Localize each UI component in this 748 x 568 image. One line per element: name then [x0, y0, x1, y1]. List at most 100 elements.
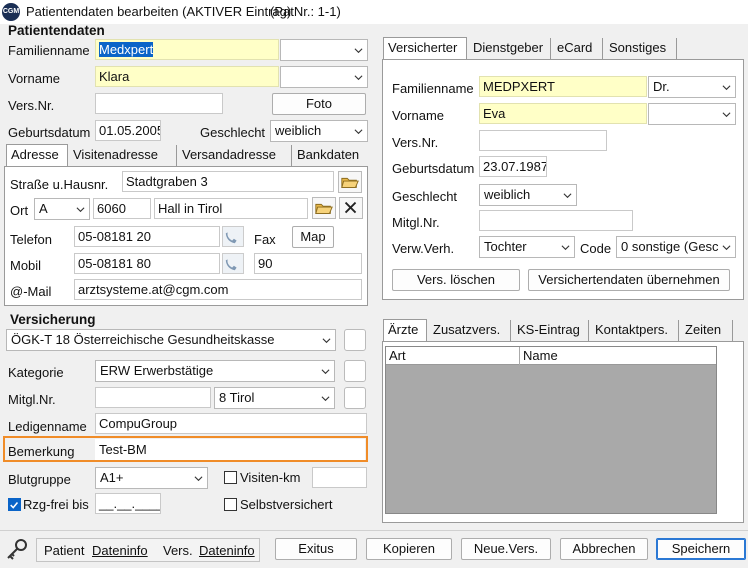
column-header-name[interactable]: Name	[523, 348, 558, 363]
tab-visitenadresse[interactable]: Visitenadresse	[69, 145, 177, 167]
strasse-input[interactable]: Stadtgraben 3	[122, 171, 334, 192]
selbst-checkbox[interactable]	[224, 498, 237, 511]
kasse-select[interactable]: ÖGK-T 18 Österreichische Gesundheitskass…	[6, 329, 336, 351]
plz-input[interactable]: 6060	[93, 198, 151, 219]
insured-geburtsdatum-input[interactable]: 23.07.1987	[479, 156, 547, 177]
bundesland-select[interactable]: 8 Tirol	[214, 387, 335, 409]
tab-aerzte[interactable]: Ärzte	[383, 319, 427, 343]
rzg-checkbox[interactable]	[8, 498, 21, 511]
tab-ecard[interactable]: eCard	[553, 38, 603, 60]
doctor-table-header: Art Name	[386, 347, 716, 365]
kasse-extra-button[interactable]	[344, 329, 366, 351]
doctor-table[interactable]: Art Name	[385, 346, 717, 514]
vorname-input[interactable]: Klara	[95, 66, 279, 87]
email-label: @-Mail	[10, 284, 52, 299]
kategorie-extra-button[interactable]	[344, 360, 366, 382]
insured-versnr-input[interactable]	[479, 130, 607, 151]
bemerkung-input[interactable]: Test-BM	[95, 439, 365, 460]
kopieren-button[interactable]: Kopieren	[366, 538, 452, 560]
map-button[interactable]: Map	[292, 226, 334, 248]
verw-label: Verw.Verh.	[392, 241, 455, 256]
mitglnr-input[interactable]	[95, 387, 211, 408]
telefon-input[interactable]: 05-08181 20	[74, 226, 220, 247]
geburtsdatum-input[interactable]: 01.05.2005	[95, 120, 161, 141]
ledigenname-input[interactable]: CompuGroup	[95, 413, 367, 434]
fax-input[interactable]: 90	[254, 253, 362, 274]
ledigenname-label: Ledigenname	[8, 419, 87, 434]
geschlecht-select[interactable]: weiblich	[270, 120, 368, 142]
doctor-tabbar: Ärzte Zusatzvers. KS-Eintrag Kontaktpers…	[383, 319, 743, 343]
mobil-input[interactable]: 05-08181 80	[74, 253, 220, 274]
phone-icon[interactable]	[222, 226, 244, 247]
folder-open-icon[interactable]	[312, 197, 336, 219]
kategorie-select[interactable]: ERW Erwerbstätige	[95, 360, 335, 382]
verw-select[interactable]: Tochter	[479, 236, 575, 258]
vers-loeschen-button[interactable]: Vers. löschen	[392, 269, 520, 291]
chevron-down-icon	[354, 129, 363, 135]
tab-adresse[interactable]: Adresse	[6, 144, 68, 168]
bundesland-extra-button[interactable]	[344, 387, 366, 409]
tab-ks-eintrag[interactable]: KS-Eintrag	[513, 320, 589, 342]
patient-section-title: Patientendaten	[8, 23, 105, 38]
tab-sonstiges[interactable]: Sonstiges	[605, 38, 677, 60]
insured-familienname-input[interactable]: MEDPXERT	[479, 76, 647, 97]
foto-button[interactable]: Foto	[272, 93, 366, 115]
folder-open-icon[interactable]	[338, 171, 362, 193]
tab-dienstgeber[interactable]: Dienstgeber	[469, 38, 551, 60]
insured-vorname-label: Vorname	[392, 108, 445, 123]
chevron-down-icon	[322, 338, 331, 344]
ort-input[interactable]: Hall in Tirol	[154, 198, 308, 219]
tab-zeiten[interactable]: Zeiten	[681, 320, 733, 342]
selbst-label: Selbstversichert	[240, 497, 333, 512]
abbrechen-button[interactable]: Abbrechen	[560, 538, 648, 560]
versnr-input[interactable]	[95, 93, 223, 114]
clear-icon[interactable]	[339, 197, 363, 219]
blutgruppe-select[interactable]: A1+	[95, 467, 208, 489]
land-select[interactable]: A	[34, 198, 90, 220]
bemerkung-label: Bemerkung	[8, 444, 75, 459]
visiten-checkbox[interactable]	[224, 471, 237, 484]
insured-mitglnr-input[interactable]	[479, 210, 633, 231]
fax-label: Fax	[254, 232, 276, 247]
insured-tabbar: Versicherter Dienstgeber eCard Sonstiges	[383, 37, 683, 61]
familienname-input[interactable]: Medxpert	[95, 39, 279, 60]
address-tabbar: Adresse Visitenadresse Versandadresse Ba…	[6, 144, 368, 168]
tab-kontaktpers[interactable]: Kontaktpers.	[591, 320, 679, 342]
tab-versicherter[interactable]: Versicherter	[383, 37, 467, 61]
exitus-button[interactable]: Exitus	[275, 538, 357, 560]
familienname-extra-select[interactable]	[280, 39, 368, 61]
insured-versnr-label: Vers.Nr.	[392, 135, 439, 150]
tab-zusatzvers[interactable]: Zusatzvers.	[429, 320, 511, 342]
phone-icon[interactable]	[222, 253, 244, 274]
insured-geschlecht-select[interactable]: weiblich	[479, 184, 577, 206]
patient-dateninfo-link[interactable]: Dateninfo	[92, 543, 148, 558]
key-icon[interactable]	[4, 536, 30, 562]
code-label: Code	[580, 241, 612, 256]
geburtsdatum-label: Geburtsdatum	[8, 125, 91, 140]
tab-bankdaten[interactable]: Bankdaten	[293, 145, 368, 167]
app-logo-icon: CGM	[2, 3, 20, 21]
rzg-input[interactable]: __.__.____	[95, 493, 161, 514]
insured-vorname-extra-select[interactable]	[648, 103, 736, 125]
column-header-art[interactable]: Art	[389, 348, 406, 363]
visiten-label: Visiten-km	[240, 470, 301, 485]
vers-dateninfo-link[interactable]: Dateninfo	[199, 543, 255, 558]
insured-vorname-input[interactable]: Eva	[479, 103, 647, 124]
visiten-input[interactable]	[312, 467, 367, 488]
geschlecht-label: Geschlecht	[200, 125, 266, 140]
vers-dateninfo-label: Vers.	[163, 543, 193, 558]
versichertendaten-uebernehmen-button[interactable]: Versichertendaten übernehmen	[528, 269, 730, 291]
code-select[interactable]: 0 sonstige (Gesc	[616, 236, 736, 258]
chevron-down-icon	[354, 75, 363, 81]
neue-vers-button[interactable]: Neue.Vers.	[461, 538, 551, 560]
rzg-label: Rzg-frei bis	[23, 497, 89, 512]
chevron-down-icon	[563, 193, 572, 199]
familienname-label: Familienname	[8, 43, 90, 58]
speichern-button[interactable]: Speichern	[656, 538, 746, 560]
titel-select[interactable]: Dr.	[648, 76, 736, 98]
chevron-down-icon	[321, 396, 330, 402]
vorname-extra-select[interactable]	[280, 66, 368, 88]
email-input[interactable]: arztsysteme.at@cgm.com	[74, 279, 362, 300]
title-bar: CGM Patientendaten bearbeiten (AKTIVER E…	[0, 0, 748, 24]
tab-versandadresse[interactable]: Versandadresse	[178, 145, 292, 167]
